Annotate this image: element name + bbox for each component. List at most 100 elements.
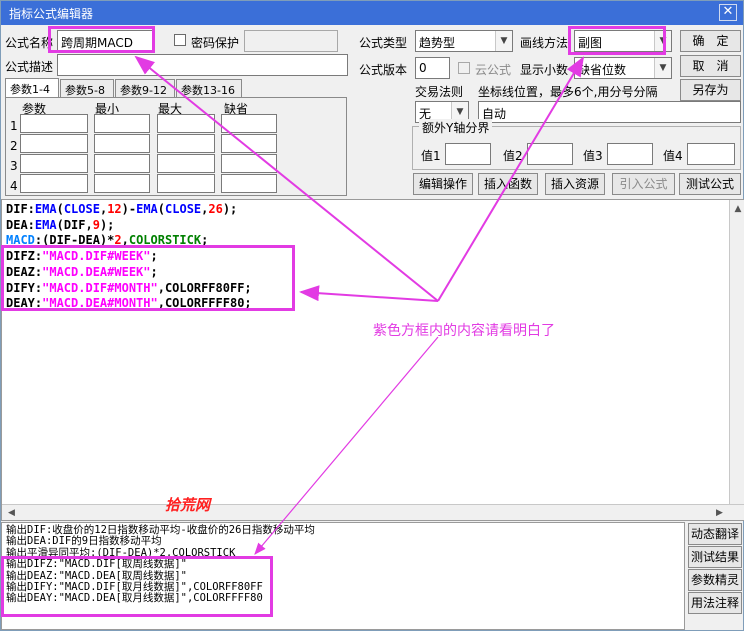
annotation-text: 紫色方框内的内容请看明白了 [373, 323, 555, 339]
param-3-max-input[interactable] [157, 154, 215, 173]
y-value-1-input[interactable] [445, 143, 491, 165]
y-value-2-label: 值2 [503, 149, 523, 163]
formula-type-label: 公式类型 [359, 36, 408, 50]
param-1-max-input[interactable] [157, 114, 215, 133]
dynamic-translate-button[interactable]: 动态翻译 [688, 523, 742, 545]
draw-method-label: 画线方法 [520, 36, 569, 50]
param-3-default-input[interactable] [221, 154, 277, 173]
ok-button[interactable]: 确 定 [680, 30, 741, 52]
cancel-button[interactable]: 取 消 [680, 55, 741, 77]
param-2-name-input[interactable] [20, 134, 88, 153]
cloud-formula-label: 云公式 [475, 63, 512, 77]
formula-version-label: 公式版本 [359, 63, 408, 77]
tab-params-13-16[interactable]: 参数13-16 [176, 79, 242, 98]
decimals-select[interactable]: 缺省位数 ▼ [574, 57, 672, 79]
formula-name-label: 公式名称 [5, 36, 54, 50]
code-token: EMA [136, 202, 158, 216]
password-label: 密码保护 [191, 36, 240, 50]
highlight-box-draw-method [568, 26, 666, 55]
y-value-4-input[interactable] [687, 143, 735, 165]
editor-horizontal-scrollbar[interactable]: ◀ ▶ [2, 504, 744, 520]
chevron-down-icon: ▼ [495, 31, 512, 51]
insert-function-button[interactable]: 插入函数 [478, 173, 538, 195]
tab-params-5-8[interactable]: 参数5-8 [60, 79, 114, 98]
code-token: ); [99, 217, 115, 232]
formula-version-input[interactable]: 0 [415, 57, 450, 79]
formula-editor-window: 指标公式编辑器 ✕ 公式名称 跨周期MACD 密码保护 公式类型 趋势型 ▼ 画… [0, 0, 744, 631]
chevron-down-icon: ▼ [654, 58, 671, 78]
param-1-min-input[interactable] [94, 114, 150, 133]
code-token: EMA [34, 202, 57, 216]
y-value-1-label: 值1 [421, 149, 441, 163]
code-token: ); [222, 202, 238, 216]
scroll-up-icon[interactable]: ▲ [730, 202, 744, 216]
code-line[interactable]: DEA:EMA(DIF,9); [6, 218, 114, 234]
y-value-3-input[interactable] [607, 143, 653, 165]
param-3-name-input[interactable] [20, 154, 88, 173]
param-4-max-input[interactable] [157, 174, 215, 193]
param-1-default-input[interactable] [221, 114, 277, 133]
usage-notes-button[interactable]: 用法注释 [688, 592, 742, 614]
code-token: ( [157, 202, 166, 216]
close-icon[interactable]: ✕ [719, 4, 737, 21]
param-row-number: 1 [10, 119, 18, 133]
param-2-min-input[interactable] [94, 134, 150, 153]
code-token: (DIF, [56, 217, 93, 232]
save-as-button[interactable]: 另存为 [680, 79, 741, 101]
password-checkbox[interactable] [174, 34, 186, 46]
highlight-box-name [48, 26, 155, 53]
test-result-button[interactable]: 测试结果 [688, 546, 742, 568]
code-token: 26 [208, 202, 223, 216]
y-value-4-label: 值4 [663, 149, 683, 163]
param-row-number: 2 [10, 139, 18, 153]
scroll-right-icon[interactable]: ▶ [711, 505, 728, 520]
code-token: )- [121, 202, 137, 216]
code-token: CLOSE [63, 202, 100, 216]
param-4-default-input[interactable] [221, 174, 277, 193]
y-value-3-label: 值3 [583, 149, 603, 163]
editor-vertical-scrollbar[interactable]: ▲ [729, 200, 744, 504]
param-4-name-input[interactable] [20, 174, 88, 193]
decimals-label: 显示小数 [520, 63, 569, 77]
formula-type-value: 趋势型 [419, 36, 456, 50]
tab-params-9-12[interactable]: 参数9-12 [115, 79, 175, 98]
coord-line-label: 坐标线位置，最多6个,用分号分隔 [478, 85, 658, 99]
param-3-min-input[interactable] [94, 154, 150, 173]
watermark: 拾荒网 [165, 496, 211, 514]
param-panel: 参数 最小 最大 缺省 1 2 3 4 [5, 97, 347, 196]
password-input[interactable] [244, 30, 338, 52]
code-token: ( [56, 202, 64, 216]
code-token: CLOSE [165, 202, 202, 216]
code-token: 12 [107, 202, 122, 216]
param-4-min-input[interactable] [94, 174, 150, 193]
decimals-value: 缺省位数 [578, 63, 627, 77]
edit-operation-button[interactable]: 编辑操作 [413, 173, 473, 195]
scroll-left-icon[interactable]: ◀ [3, 505, 20, 520]
code-token: EMA [34, 217, 57, 232]
coord-line-input[interactable]: 自动 [478, 101, 741, 123]
param-1-name-input[interactable] [20, 114, 88, 133]
insert-resource-button[interactable]: 插入资源 [545, 173, 605, 195]
import-formula-button[interactable]: 引入公式 [612, 173, 675, 195]
tab-params-1-4[interactable]: 参数1-4 [5, 78, 59, 98]
code-line[interactable]: DIF:EMA(CLOSE,12)-EMA(CLOSE,26); [6, 202, 237, 218]
param-row-number: 3 [10, 159, 18, 173]
output-line: 输出DEA:DIF的9日指数移动平均 [6, 535, 162, 548]
title-bar: 指标公式编辑器 ✕ [1, 1, 743, 25]
param-2-max-input[interactable] [157, 134, 215, 153]
test-formula-button[interactable]: 测试公式 [679, 173, 741, 195]
param-wizard-button[interactable]: 参数精灵 [688, 569, 742, 591]
param-row-number: 4 [10, 179, 18, 193]
y-value-2-input[interactable] [527, 143, 573, 165]
formula-desc-input[interactable] [57, 54, 348, 76]
cloud-formula-checkbox[interactable] [458, 62, 470, 74]
code-token: 9 [92, 217, 100, 232]
highlight-box-output [1, 556, 273, 617]
formula-type-select[interactable]: 趋势型 ▼ [415, 30, 513, 52]
extra-y-axis-title: 额外Y轴分界 [419, 119, 493, 136]
param-2-default-input[interactable] [221, 134, 277, 153]
code-token: DIF: [6, 202, 35, 216]
formula-desc-label: 公式描述 [5, 60, 54, 74]
highlight-box-code [1, 245, 295, 311]
code-token: DEA: [6, 217, 35, 232]
